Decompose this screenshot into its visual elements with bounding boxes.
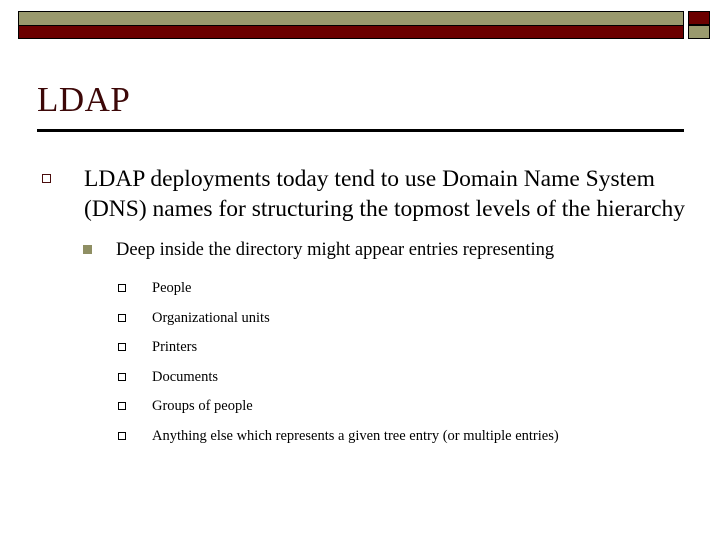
list-item-label: Printers bbox=[152, 339, 198, 355]
bullet-square-icon bbox=[42, 174, 51, 183]
corner-block-maroon bbox=[688, 11, 710, 25]
header-banner-maroon-bar bbox=[19, 25, 683, 38]
bullet-square-icon bbox=[118, 343, 126, 351]
bullet-level2-text: Deep inside the directory might appear e… bbox=[116, 240, 555, 260]
title-underline-rule bbox=[37, 129, 684, 132]
bullet-square-icon bbox=[118, 431, 126, 440]
list-item: Documents bbox=[0, 367, 720, 388]
list-item-label: Documents bbox=[152, 368, 219, 385]
bullet-square-icon bbox=[118, 402, 126, 410]
list-item: Groups of people bbox=[0, 396, 720, 417]
header-banner-khaki-bar bbox=[19, 12, 683, 25]
bullet-level1: LDAP deployments today tend to use Domai… bbox=[0, 164, 720, 224]
list-item-label: Anything else which represents a given t… bbox=[152, 427, 559, 444]
slide-canvas: LDAP LDAP deployments today tend to use … bbox=[0, 0, 720, 540]
list-item: Anything else which represents a given t… bbox=[0, 426, 720, 447]
list-item: Printers bbox=[0, 337, 720, 358]
bullet-level1-text: LDAP deployments today tend to use Domai… bbox=[84, 166, 686, 222]
page-title: LDAP bbox=[37, 80, 131, 119]
bullet-square-icon bbox=[118, 284, 126, 292]
slide-body: LDAP deployments today tend to use Domai… bbox=[0, 164, 720, 455]
bullet-filled-square-icon bbox=[83, 245, 92, 254]
list-item: People bbox=[0, 278, 720, 299]
list-item-label: Groups of people bbox=[152, 398, 253, 414]
list-item: Organizational units bbox=[0, 308, 720, 329]
list-item-label: Organizational units bbox=[152, 309, 270, 326]
header-corner-blocks bbox=[688, 11, 712, 41]
bullet-square-icon bbox=[118, 372, 126, 381]
header-banner bbox=[18, 11, 684, 39]
bullet-square-icon bbox=[118, 313, 126, 322]
corner-block-khaki bbox=[688, 25, 710, 39]
bullet-level3-list: People Organizational units Printers Doc… bbox=[0, 278, 720, 447]
list-item-label: People bbox=[152, 280, 192, 296]
bullet-level2: Deep inside the directory might appear e… bbox=[0, 236, 720, 264]
